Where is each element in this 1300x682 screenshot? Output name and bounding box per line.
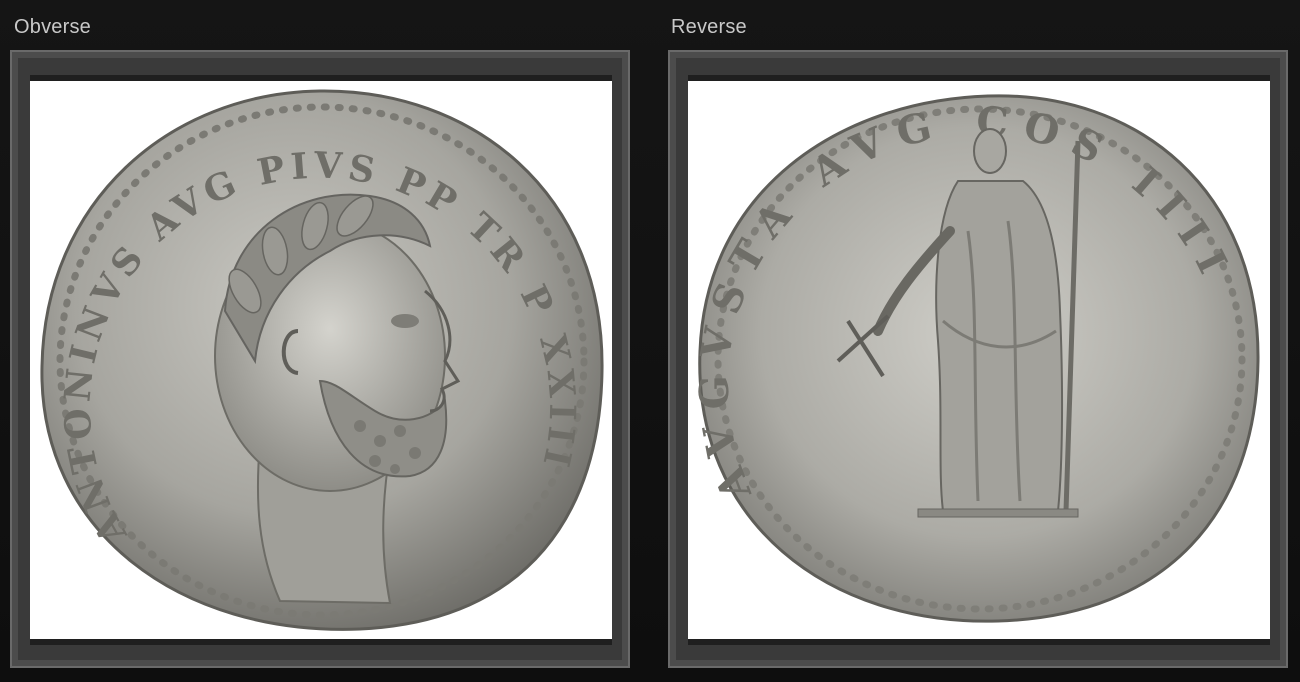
reverse-image[interactable]: AVGVSTA AVG COS IIII	[688, 75, 1270, 645]
obverse-coin-graphic: ANTONINVS AVG PIVS PP TR P XXIII	[40, 89, 604, 631]
reverse-label: Reverse	[671, 16, 747, 38]
obverse-image[interactable]: ANTONINVS AVG PIVS PP TR P XXIII	[30, 75, 612, 645]
reverse-frame: AVGVSTA AVG COS IIII	[668, 50, 1288, 668]
obverse-frame: ANTONINVS AVG PIVS PP TR P XXIII	[10, 50, 630, 668]
obverse-label: Obverse	[14, 16, 91, 38]
reverse-coin-graphic: AVGVSTA AVG COS IIII	[691, 94, 1260, 623]
coin-image-viewer: Obverse ANTONINVS AVG PIVS PP TR P XXIII…	[0, 0, 1300, 682]
